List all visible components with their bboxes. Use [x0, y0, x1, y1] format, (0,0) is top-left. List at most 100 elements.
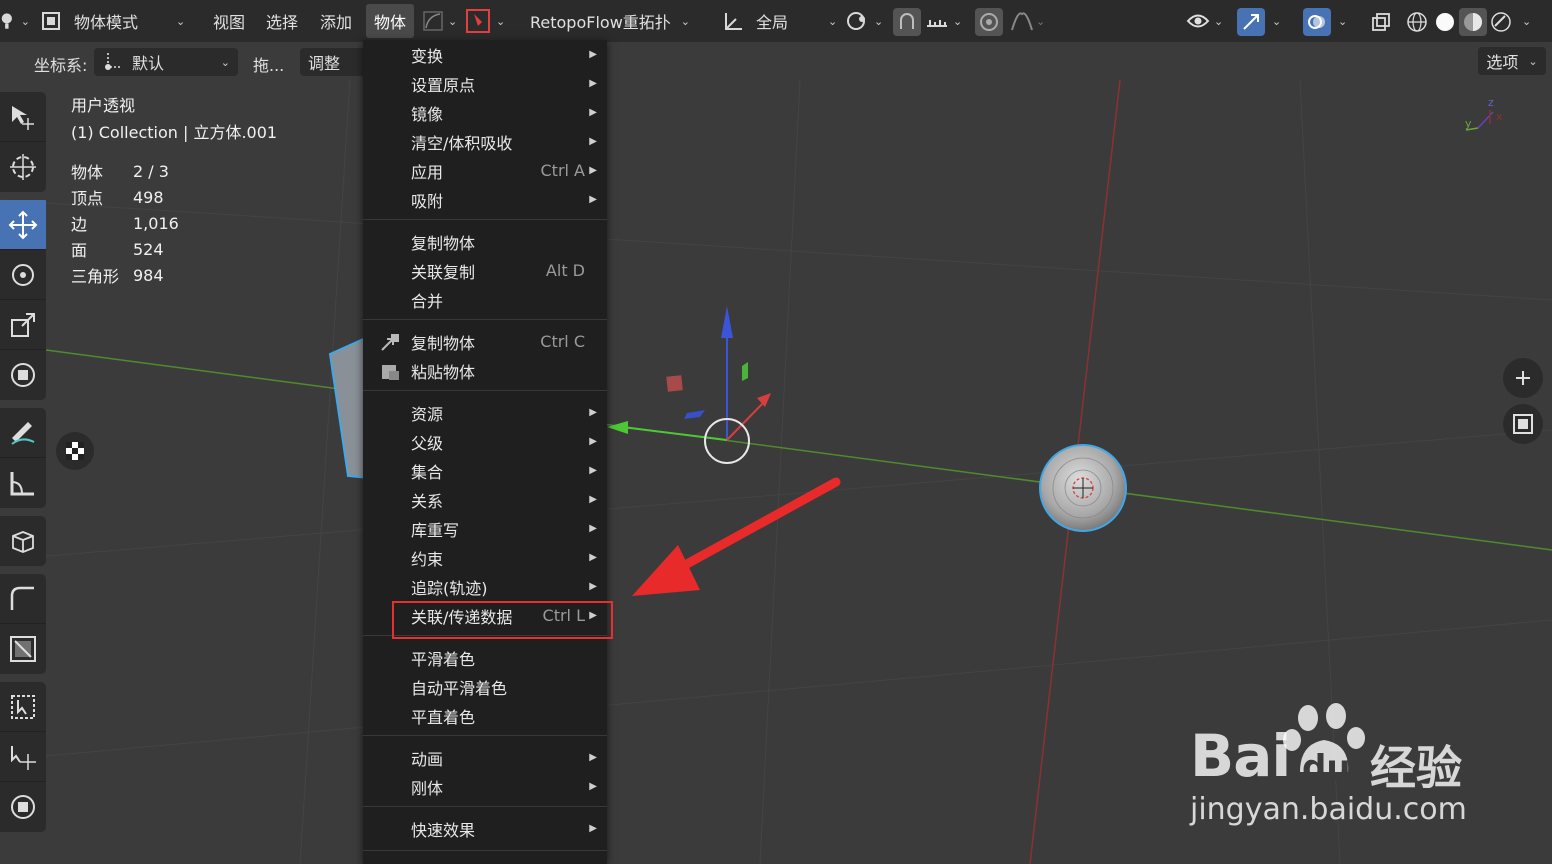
- active-collection: (1) Collection | 立方体.001: [71, 123, 278, 142]
- menu-item[interactable]: 平滑着色: [363, 643, 607, 672]
- solid-shading-button[interactable]: [1431, 8, 1459, 36]
- menu-select[interactable]: 选择: [266, 0, 298, 42]
- visibility-toggle[interactable]: ⌄: [1186, 0, 1223, 42]
- stat-row: 面 524: [71, 239, 164, 261]
- xray-icon: [1372, 13, 1390, 31]
- menu-item[interactable]: 变换 ▶: [363, 40, 607, 69]
- snap-button[interactable]: [893, 8, 921, 36]
- menu-item[interactable]: 复制物体 Ctrl C: [363, 327, 607, 356]
- menu-item[interactable]: 镜像 ▶: [363, 98, 607, 127]
- mode-selector[interactable]: 物体模式 ⌄: [40, 0, 185, 42]
- menu-item[interactable]: 关联复制 Alt D: [363, 256, 607, 285]
- globe-icon: [1, 13, 12, 29]
- menu-item[interactable]: 关系 ▶: [363, 485, 607, 514]
- coord-system-value: 默认: [132, 54, 165, 73]
- menu-separator: [363, 390, 607, 391]
- snap-increment-icon: [927, 20, 947, 27]
- options-dropdown[interactable]: 选项 ⌄: [1478, 47, 1546, 75]
- menu-item[interactable]: 父级 ▶: [363, 427, 607, 456]
- chevron-down-icon: ⌄: [828, 14, 838, 28]
- gizmo-options[interactable]: ⌄: [1272, 0, 1281, 42]
- menu-item[interactable]: 合并: [363, 285, 607, 314]
- tool-move[interactable]: [0, 200, 46, 250]
- stat-row: 顶点 498: [71, 187, 164, 209]
- checker-toggle-button[interactable]: [56, 432, 94, 470]
- menu-item-label: 复制物体: [411, 233, 476, 253]
- tool-cursor-move[interactable]: [0, 732, 46, 782]
- transform-gizmo[interactable]: [607, 306, 771, 464]
- navigation-gizmo[interactable]: y x z: [1465, 96, 1503, 131]
- menu-item[interactable]: 资源 ▶: [363, 398, 607, 427]
- solid-sphere-icon: [1436, 13, 1454, 31]
- pivot-point[interactable]: ⌄: [846, 0, 883, 42]
- camera-view-button[interactable]: [1503, 404, 1543, 444]
- xray-toggle-button[interactable]: [1367, 8, 1395, 36]
- menu-item[interactable]: 设置原点 ▶: [363, 69, 607, 98]
- 3d-cursor-icon: [10, 154, 36, 180]
- menu-add[interactable]: 添加: [320, 0, 352, 42]
- editor-type-icon[interactable]: ⌄: [0, 0, 30, 42]
- tool-measure[interactable]: [0, 458, 46, 508]
- retopo-tool-toggle[interactable]: ⌄: [466, 0, 505, 42]
- submenu-arrow-icon: ▶: [589, 523, 597, 534]
- tool-knife[interactable]: [0, 682, 46, 732]
- menu-item-label: 关联复制: [411, 262, 476, 282]
- tool-inset[interactable]: [0, 624, 46, 674]
- overlay-toggle-button[interactable]: [1303, 8, 1331, 36]
- select-cursor-icon: [12, 105, 34, 130]
- submenu-arrow-icon: ▶: [589, 781, 597, 792]
- tool-annotate[interactable]: [0, 408, 46, 458]
- menu-separator: [363, 850, 607, 851]
- snap-target[interactable]: ⌄: [925, 0, 962, 42]
- submenu-arrow-icon: ▶: [589, 581, 597, 592]
- tool-transform[interactable]: [0, 350, 46, 400]
- menu-item[interactable]: 应用 Ctrl A ▶: [363, 156, 607, 185]
- shading-options[interactable]: ⌄: [1522, 0, 1531, 42]
- sphere-object[interactable]: [1039, 444, 1127, 532]
- menu-item[interactable]: 复制物体: [363, 227, 607, 256]
- tool-bevel[interactable]: [0, 574, 46, 624]
- menu-object[interactable]: 物体: [366, 4, 415, 38]
- adjust-dropdown[interactable]: 调整: [300, 48, 370, 76]
- menu-item[interactable]: 关联/传递数据 Ctrl L ▶: [363, 601, 607, 630]
- menu-item[interactable]: 粘贴物体: [363, 356, 607, 385]
- tool-cursor[interactable]: [0, 142, 46, 192]
- transform-orientation[interactable]: 全局 ⌄: [722, 0, 837, 42]
- retopoflow-menu[interactable]: RetopoFlow重拓扑 ⌄: [530, 0, 690, 42]
- menu-item-label: 平滑着色: [411, 649, 476, 669]
- tool-select[interactable]: [0, 92, 46, 142]
- gizmo-icon: [1243, 14, 1259, 30]
- falloff-selector[interactable]: ⌄: [1010, 0, 1045, 42]
- gizmo-toggle-button[interactable]: [1237, 8, 1265, 36]
- submenu-arrow-icon: ▶: [589, 107, 597, 118]
- tool-scale[interactable]: [0, 300, 46, 350]
- overlay-options[interactable]: ⌄: [1338, 0, 1347, 42]
- menu-item[interactable]: 动画 ▶: [363, 743, 607, 772]
- coord-system-dropdown[interactable]: 默认 ⌄: [94, 48, 238, 76]
- menu-item[interactable]: 追踪(轨迹) ▶: [363, 572, 607, 601]
- tool-rotate[interactable]: [0, 250, 46, 300]
- proportional-edit-button[interactable]: [975, 8, 1003, 36]
- material-shading-button[interactable]: [1459, 8, 1487, 36]
- menu-item[interactable]: 约束 ▶: [363, 543, 607, 572]
- menu-view[interactable]: 视图: [213, 0, 245, 42]
- tool-transform-2[interactable]: [0, 782, 46, 832]
- zoom-in-button[interactable]: [1503, 358, 1543, 398]
- menu-item[interactable]: 集合 ▶: [363, 456, 607, 485]
- axis-icon: [105, 53, 122, 70]
- menu-item[interactable]: 平直着色: [363, 701, 607, 730]
- cursor-move-icon: [11, 745, 36, 770]
- menu-item[interactable]: 清空/体积吸收 ▶: [363, 127, 607, 156]
- menu-item[interactable]: 库重写 ▶: [363, 514, 607, 543]
- menu-item-shortcut: Ctrl L: [542, 606, 585, 625]
- adjust-label: 调整: [308, 54, 341, 73]
- menu-item[interactable]: 吸附 ▶: [363, 185, 607, 214]
- drag-label[interactable]: 拖...: [253, 52, 284, 76]
- menu-item[interactable]: 自动平滑着色: [363, 672, 607, 701]
- wireframe-shading-button[interactable]: [1403, 8, 1431, 36]
- menu-item[interactable]: 刚体 ▶: [363, 772, 607, 801]
- menu-item[interactable]: 快速效果 ▶: [363, 814, 607, 843]
- snap-toggle[interactable]: ⌄: [422, 0, 457, 42]
- rendered-shading-button[interactable]: [1487, 8, 1515, 36]
- tool-add-cube[interactable]: [0, 516, 46, 566]
